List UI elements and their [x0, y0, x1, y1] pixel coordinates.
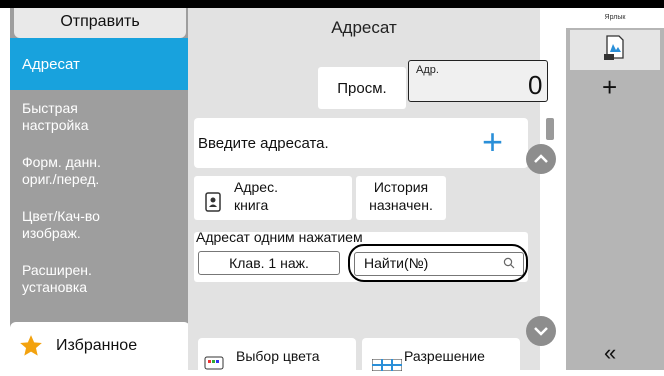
sidebar-item-label: Форм. данн.: [22, 154, 101, 170]
destination-history-button[interactable]: История назначен.: [356, 176, 446, 220]
scroll-down-button[interactable]: [526, 316, 556, 346]
destination-count-label: Адр.: [416, 64, 439, 76]
one-touch-title: Адресат одним нажатием: [196, 229, 363, 245]
scrollbar[interactable]: [546, 118, 554, 140]
shortcut-tab[interactable]: Ярлык: [566, 8, 664, 28]
collapse-panel-button[interactable]: «: [604, 340, 616, 366]
resolution-label: Разрешение: [404, 348, 485, 364]
sidebar-item-quick-setup[interactable]: Быстрая настройка: [10, 92, 188, 142]
destination-count-value: 0: [528, 70, 543, 100]
top-banner: [0, 0, 664, 8]
highlight-callout: [348, 244, 528, 282]
sidebar-item-label: Быстрая: [22, 100, 78, 116]
star-icon: [20, 335, 42, 356]
address-book-label: Адрес. книга: [234, 179, 278, 213]
sidebar-item-label: Цвет/Кач-во: [22, 208, 100, 224]
add-shortcut-icon[interactable]: +: [602, 72, 617, 103]
sidebar-item-label: настройка: [22, 117, 89, 133]
send-button[interactable]: Отправить: [14, 8, 186, 38]
page-title: Адресат: [331, 18, 397, 37]
sidebar-item-label: ориг./перед.: [22, 171, 100, 187]
resolution-grid-icon: [371, 358, 403, 376]
enter-destination-field[interactable]: Введите адресата.: [194, 118, 528, 168]
enter-destination-label: Введите адресата.: [198, 134, 329, 152]
sidebar-item-advanced-setup[interactable]: Расширен. установка: [10, 254, 188, 304]
add-destination-icon[interactable]: +: [482, 122, 503, 162]
color-palette-icon: [204, 356, 224, 375]
favorites-label: Избранное: [56, 337, 138, 354]
sidebar-item-label: Расширен.: [22, 262, 92, 278]
one-touch-key-button[interactable]: Клав. 1 наж.: [198, 251, 340, 275]
history-label: назначен.: [369, 197, 433, 213]
sidebar-item-label: изображ.: [22, 225, 81, 241]
chevron-down-icon: [534, 327, 548, 336]
color-selection-label: Выбор цвета: [236, 348, 320, 364]
sidebar-item-color-quality[interactable]: Цвет/Кач-во изображ.: [10, 200, 188, 250]
shortcut-document-icon: [602, 34, 628, 67]
sidebar-item-original-format[interactable]: Форм. данн. ориг./перед.: [10, 146, 188, 196]
chevron-up-icon: [534, 154, 548, 163]
sidebar-item-label: установка: [22, 279, 88, 295]
address-book-icon: [204, 192, 222, 217]
view-button[interactable]: Просм.: [318, 67, 406, 109]
sidebar-item-destination[interactable]: Адресат: [10, 38, 188, 90]
favorites-tab[interactable]: Избранное: [10, 322, 190, 370]
scroll-up-button[interactable]: [526, 144, 556, 174]
sidebar-item-label: Адресат: [22, 55, 80, 73]
history-label: История: [373, 179, 429, 195]
